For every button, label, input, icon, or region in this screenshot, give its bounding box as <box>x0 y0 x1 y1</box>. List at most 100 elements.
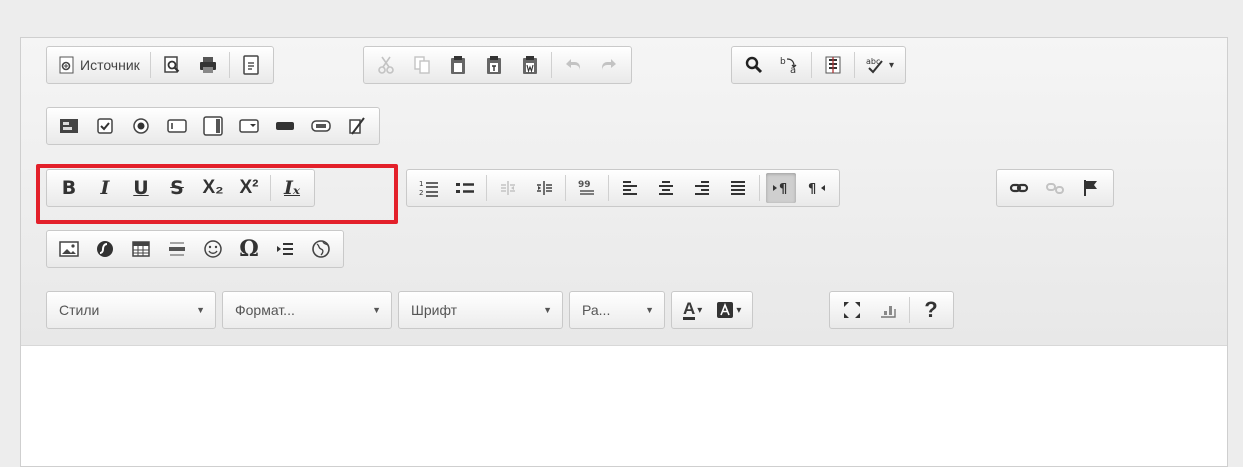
button-field-button[interactable] <box>270 111 300 141</box>
select-field-button[interactable] <box>234 111 264 141</box>
replace-button[interactable]: ba <box>775 50 805 80</box>
chevron-down-icon: ▾ <box>697 304 703 316</box>
numbered-list-button[interactable]: 12 <box>414 173 444 203</box>
link-button[interactable] <box>1004 173 1034 203</box>
text-color-button[interactable]: A ▾ <box>679 295 706 325</box>
bulleted-list-icon <box>456 183 474 193</box>
textarea-button[interactable] <box>198 111 228 141</box>
image-button[interactable] <box>54 234 84 264</box>
horizontal-rule-icon <box>169 242 185 256</box>
source-label: Источник <box>80 57 140 73</box>
undo-button[interactable] <box>558 50 588 80</box>
table-button[interactable] <box>126 234 156 264</box>
remove-format-button[interactable]: Iₓ <box>277 173 307 203</box>
paste-word-icon <box>523 56 537 74</box>
text-direction-ltr-button[interactable]: ¶ <box>766 173 796 203</box>
paste-word-button[interactable] <box>515 50 545 80</box>
blockquote-button[interactable]: 99 <box>572 173 602 203</box>
redo-button[interactable] <box>594 50 624 80</box>
iframe-button[interactable] <box>306 234 336 264</box>
chevron-down-icon: ▾ <box>889 59 895 71</box>
templates-icon <box>243 55 259 75</box>
print-icon <box>199 57 216 73</box>
underline-icon: U <box>133 177 149 199</box>
print-button[interactable] <box>193 50 223 80</box>
flash-button[interactable] <box>90 234 120 264</box>
form-icon <box>60 119 78 133</box>
templates-button[interactable] <box>236 50 266 80</box>
text-field-button[interactable] <box>162 111 192 141</box>
justify-button[interactable] <box>723 173 753 203</box>
styles-dropdown[interactable]: Стили ▼ <box>46 291 216 329</box>
flash-icon <box>97 241 113 257</box>
radio-button[interactable] <box>126 111 156 141</box>
checkbox-button[interactable] <box>90 111 120 141</box>
outdent-button[interactable] <box>493 173 523 203</box>
smiley-button[interactable] <box>198 234 228 264</box>
anchor-button[interactable] <box>1076 173 1106 203</box>
preview-button[interactable] <box>157 50 187 80</box>
chevron-down-icon: ▼ <box>196 305 205 315</box>
select-field-icon <box>239 119 259 133</box>
svg-text:¶: ¶ <box>779 182 787 197</box>
outdent-icon <box>501 181 515 195</box>
superscript-icon: X² <box>239 177 259 198</box>
spellcheck-button[interactable]: abc ▾ <box>861 50 898 80</box>
bold-button[interactable]: B <box>54 173 84 203</box>
bulleted-list-button[interactable] <box>450 173 480 203</box>
special-char-button[interactable]: Ω <box>234 234 264 264</box>
text-direction-rtl-button[interactable]: ¶ <box>802 173 832 203</box>
show-blocks-button[interactable] <box>873 295 903 325</box>
flag-icon <box>1084 180 1097 196</box>
maximize-button[interactable] <box>837 295 867 325</box>
toolbar-group-forms <box>46 107 380 145</box>
unlink-button[interactable] <box>1040 173 1070 203</box>
font-dropdown-value: Шрифт <box>411 302 458 318</box>
about-button[interactable]: ? <box>916 295 946 325</box>
toolbar-group-document: Источник <box>46 46 274 84</box>
background-color-button[interactable]: ▾ <box>712 295 745 325</box>
align-center-icon <box>659 181 673 195</box>
align-center-button[interactable] <box>651 173 681 203</box>
toolbar-group-editing: ba abc ▾ <box>731 46 907 84</box>
select-all-button[interactable] <box>818 50 848 80</box>
format-dropdown[interactable]: Формат... ▼ <box>222 291 392 329</box>
separator <box>608 175 609 201</box>
paste-text-button[interactable] <box>479 50 509 80</box>
toolbar-group-insert: Ω <box>46 230 344 268</box>
page-break-icon <box>277 243 293 255</box>
form-button[interactable] <box>54 111 84 141</box>
image-button-field-button[interactable] <box>306 111 336 141</box>
paste-button[interactable] <box>443 50 473 80</box>
superscript-button[interactable]: X² <box>234 173 264 203</box>
underline-button[interactable]: U <box>126 173 156 203</box>
separator <box>228 52 230 78</box>
strikethrough-button[interactable]: S <box>162 173 192 203</box>
svg-text:1: 1 <box>419 180 423 188</box>
toolbar-group-clipboard <box>363 46 632 84</box>
toolbar-group-tools: ? <box>829 291 954 329</box>
editor-content-area[interactable] <box>21 346 1227 466</box>
hidden-field-button[interactable] <box>342 111 372 141</box>
subscript-button[interactable]: X₂ <box>198 173 228 203</box>
maximize-icon <box>844 302 860 318</box>
smiley-icon <box>204 240 222 258</box>
copy-button[interactable] <box>407 50 437 80</box>
preview-icon <box>164 56 180 73</box>
source-button[interactable]: Источник <box>54 50 144 80</box>
align-left-button[interactable] <box>615 173 645 203</box>
italic-button[interactable]: I <box>90 173 120 203</box>
horizontal-rule-button[interactable] <box>162 234 192 264</box>
find-button[interactable] <box>739 50 769 80</box>
font-size-dropdown[interactable]: Ра... ▼ <box>569 291 665 329</box>
separator <box>486 175 487 201</box>
svg-text:99: 99 <box>578 180 591 190</box>
cut-button[interactable] <box>371 50 401 80</box>
align-left-icon <box>623 181 637 195</box>
chevron-down-icon: ▾ <box>736 304 742 316</box>
font-dropdown[interactable]: Шрифт ▼ <box>398 291 563 329</box>
italic-icon: I <box>100 177 110 199</box>
align-right-button[interactable] <box>687 173 717 203</box>
indent-button[interactable] <box>529 173 559 203</box>
page-break-button[interactable] <box>270 234 300 264</box>
